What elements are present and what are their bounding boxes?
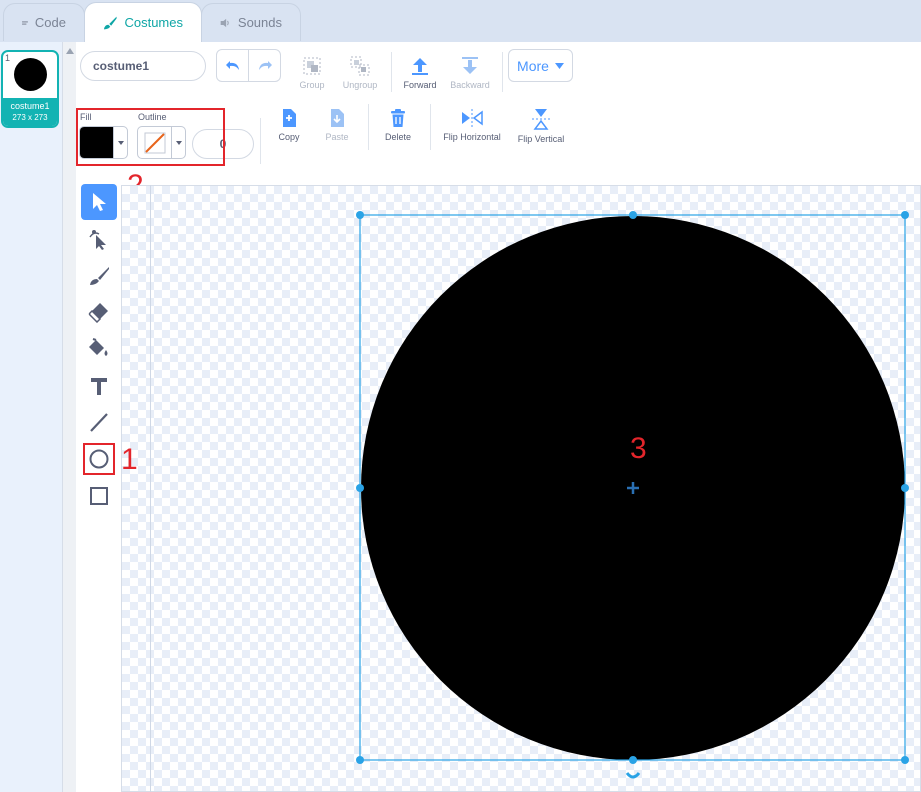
forward-button[interactable]: Forward [393,56,447,90]
resize-handle[interactable] [901,484,909,492]
group-button[interactable]: Group [285,56,339,90]
costume-label: costume1 273 x 273 [3,98,57,126]
paint-bucket-icon [89,338,108,356]
costume-name-input[interactable] [80,51,206,81]
copy-button[interactable]: Copy [262,108,316,142]
annotation-box-1 [83,443,115,475]
resize-handle[interactable] [356,756,364,764]
costume-tile[interactable]: 1 costume1 273 x 273 [1,50,59,128]
annotation-box-2 [76,108,225,166]
code-icon [22,20,28,25]
annotation-label-1: 1 [121,443,138,476]
resize-handle[interactable] [629,756,637,764]
text-tool[interactable] [81,368,117,404]
scroll-up-icon [66,48,74,54]
rectangle-icon [90,487,108,505]
costume-list [0,42,62,792]
divider [368,104,369,150]
tab-costumes[interactable]: Costumes [84,2,202,42]
divider [502,52,503,92]
speaker-icon [220,18,229,27]
tab-costumes-label: Costumes [124,15,183,30]
line-icon [90,413,108,432]
tab-sounds-label: Sounds [237,15,282,30]
brush-icon [90,267,109,285]
paste-button[interactable]: Paste [310,108,364,142]
forward-icon [412,58,428,75]
reshape-icon [89,230,106,250]
flip-vertical-icon [532,109,550,130]
ungroup-button[interactable]: Ungroup [333,56,387,90]
group-label: Group [299,80,325,90]
tab-code[interactable]: Code [3,3,85,41]
trash-icon [391,109,405,127]
backward-label: Backward [450,80,490,90]
undo-redo-group [216,49,281,82]
costume-number: 1 [5,53,11,63]
delete-button[interactable]: Delete [371,108,425,142]
more-label: More [517,57,549,74]
eraser-tool[interactable] [81,294,117,330]
resize-handle[interactable] [901,756,909,764]
resize-handle[interactable] [629,211,637,219]
flip-vertical-label: Flip Vertical [517,134,565,144]
copy-icon [283,109,296,127]
undo-button[interactable] [217,50,249,81]
tab-code-label: Code [34,15,66,30]
group-icon [303,57,321,75]
rotation-handle-icon[interactable] [625,772,641,779]
flip-vertical-button[interactable]: Flip Vertical [511,108,571,144]
rectangle-tool[interactable] [81,478,117,514]
backward-button[interactable]: Backward [443,56,497,90]
costume-size: 273 x 273 [12,113,48,122]
paste-icon [331,109,344,127]
text-icon [91,378,107,395]
backward-icon [462,57,478,74]
divider [260,118,261,164]
arrow-cursor-icon [93,193,106,211]
forward-label: Forward [403,80,437,90]
brush-tool[interactable] [81,258,117,294]
costume-list-scrollbar[interactable] [62,42,77,792]
ungroup-icon [350,56,370,76]
brush-icon [103,16,117,29]
flip-horizontal-icon [462,109,483,127]
divider [391,52,392,92]
costume-name: costume1 [10,101,50,111]
reshape-tool[interactable] [81,222,117,258]
select-tool[interactable] [81,184,117,220]
more-button[interactable]: More [508,49,573,82]
eraser-icon [88,303,108,323]
resize-handle[interactable] [901,211,909,219]
paste-label: Paste [325,132,349,142]
resize-handle[interactable] [356,211,364,219]
undo-icon [225,60,239,70]
tab-sounds[interactable]: Sounds [201,3,301,41]
divider [430,104,431,150]
annotation-label-3: 3 [630,432,647,465]
redo-icon [258,60,272,70]
copy-label: Copy [278,132,300,142]
ungroup-label: Ungroup [342,80,378,90]
canvas-drawing [356,211,909,779]
costume-thumbnail [14,58,47,91]
flip-horizontal-label: Flip Horizontal [443,132,501,142]
resize-handle[interactable] [356,484,364,492]
redo-button[interactable] [249,50,280,81]
fill-tool[interactable] [81,330,117,366]
delete-label: Delete [384,132,411,142]
caret-down-icon [554,62,564,69]
flip-horizontal-button[interactable]: Flip Horizontal [436,108,508,142]
line-tool[interactable] [81,404,117,440]
